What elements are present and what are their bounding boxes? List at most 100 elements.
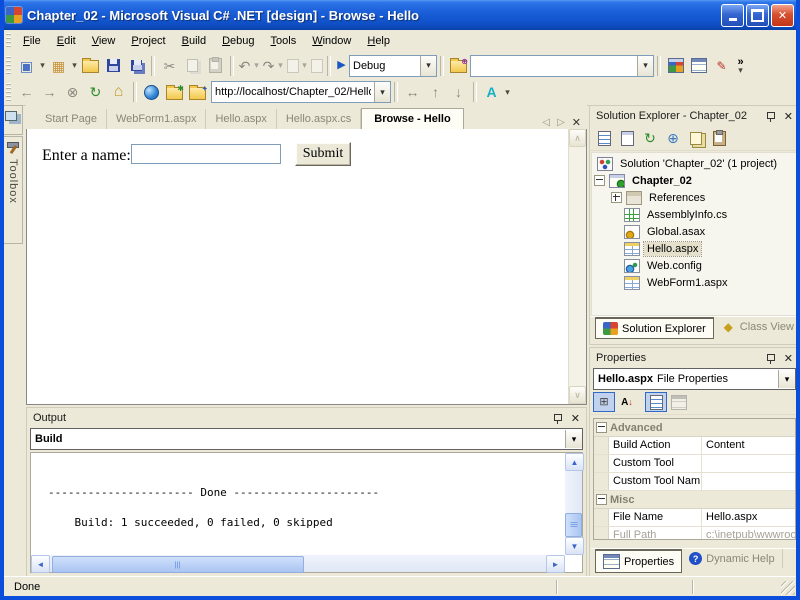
titlebar[interactable]: Chapter_02 - Microsoft Visual C# .NET [d… bbox=[0, 0, 800, 30]
move-down-button[interactable]: ↓ bbox=[447, 81, 470, 103]
tab-dynamic-help[interactable]: ?Dynamic Help bbox=[682, 549, 782, 568]
menu-build[interactable]: Build bbox=[174, 32, 214, 50]
category-collapse[interactable] bbox=[594, 494, 608, 505]
properties-window-button[interactable] bbox=[687, 55, 710, 77]
solution-configurations-combo[interactable]: ▾ bbox=[349, 55, 437, 77]
scroll-tabs-left-button[interactable]: ◁ bbox=[542, 117, 550, 128]
name-input[interactable] bbox=[131, 144, 281, 164]
tab-browse-hello[interactable]: Browse - Hello bbox=[361, 108, 463, 129]
web-back-button[interactable]: ← bbox=[15, 81, 38, 103]
undo-dropdown[interactable]: ▾ bbox=[252, 60, 261, 71]
property-value[interactable]: Hello.aspx bbox=[702, 509, 795, 526]
tree-item-assemblyinfo-cs[interactable]: AssemblyInfo.cs bbox=[592, 206, 797, 223]
config-dropdown-icon[interactable]: ▾ bbox=[420, 56, 436, 76]
property-row-custom-tool-nam[interactable]: Custom Tool Nam bbox=[594, 473, 795, 491]
close-icon[interactable]: ✕ bbox=[784, 352, 793, 365]
solution-explorer-button[interactable] bbox=[664, 55, 687, 77]
url-input[interactable] bbox=[212, 84, 374, 100]
cut-button[interactable]: ✂ bbox=[158, 55, 181, 77]
tree-item-chapter-02[interactable]: Chapter_02 bbox=[592, 172, 797, 189]
menu-tools[interactable]: Tools bbox=[263, 32, 305, 50]
paste-button[interactable] bbox=[204, 55, 227, 77]
properties-button[interactable] bbox=[708, 128, 730, 148]
find-input[interactable] bbox=[471, 58, 637, 74]
menu-window[interactable]: Window bbox=[304, 32, 359, 50]
menu-file[interactable]: File bbox=[15, 32, 49, 50]
toolbar-grip[interactable] bbox=[6, 56, 11, 75]
navigate-backward-button[interactable] bbox=[285, 55, 300, 77]
output-horizontal-scrollbar[interactable]: ◄ ► bbox=[31, 555, 565, 572]
scroll-track[interactable] bbox=[304, 555, 546, 572]
minimize-button[interactable] bbox=[721, 4, 744, 27]
font-size-dropdown[interactable]: ▾ bbox=[503, 87, 512, 98]
categorized-button[interactable]: ⊞ bbox=[593, 392, 615, 412]
close-document-button[interactable]: ✕ bbox=[572, 116, 581, 129]
web-forward-button[interactable]: → bbox=[38, 81, 61, 103]
toolbar-grip[interactable] bbox=[6, 33, 11, 48]
tree-item-webform1-aspx[interactable]: WebForm1.aspx bbox=[592, 274, 797, 291]
toolbar-grip[interactable] bbox=[6, 83, 11, 101]
web-search-button[interactable] bbox=[140, 81, 163, 103]
category-collapse[interactable] bbox=[594, 422, 608, 433]
property-value[interactable] bbox=[702, 473, 795, 490]
scroll-right-arrow-icon[interactable]: ► bbox=[546, 555, 565, 573]
scroll-tabs-right-button[interactable]: ▷ bbox=[557, 117, 565, 128]
property-category-advanced[interactable]: Advanced bbox=[594, 419, 795, 437]
server-explorer-tab[interactable] bbox=[4, 105, 23, 135]
save-all-button[interactable] bbox=[125, 55, 148, 77]
view-code-button[interactable] bbox=[593, 128, 615, 148]
font-size-button[interactable]: A bbox=[480, 81, 503, 103]
open-file-button[interactable] bbox=[79, 55, 102, 77]
property-row-full-path[interactable]: Full Pathc:\inetpub\wwwroot\C bbox=[594, 527, 795, 540]
property-category-misc[interactable]: Misc bbox=[594, 491, 795, 509]
new-project-button[interactable]: ▣ bbox=[15, 55, 38, 77]
property-value[interactable]: Content bbox=[702, 437, 795, 454]
new-project-dropdown[interactable]: ▾ bbox=[38, 60, 47, 71]
toolbox-tab[interactable]: Toolbox bbox=[4, 136, 23, 244]
property-value[interactable] bbox=[702, 455, 795, 472]
properties-titlebar[interactable]: Properties ✕ bbox=[590, 348, 799, 368]
copy-button[interactable] bbox=[181, 55, 204, 77]
toolbox-window-button[interactable]: ✎ bbox=[710, 55, 733, 77]
close-icon[interactable]: ✕ bbox=[571, 412, 580, 425]
menu-project[interactable]: Project bbox=[123, 32, 173, 50]
add-item-dropdown[interactable]: ▾ bbox=[70, 60, 79, 71]
redo-button[interactable]: ↷ bbox=[261, 55, 276, 77]
property-row-custom-tool[interactable]: Custom Tool bbox=[594, 455, 795, 473]
navigate-backward-dropdown[interactable]: ▾ bbox=[300, 60, 309, 71]
property-value[interactable]: c:\inetpub\wwwroot\C bbox=[702, 527, 795, 540]
tree-item-references[interactable]: References bbox=[592, 189, 797, 206]
scroll-left-arrow-icon[interactable]: ◄ bbox=[31, 555, 50, 573]
view-designer-button[interactable] bbox=[616, 128, 638, 148]
sync-contents-button[interactable]: ↔ bbox=[401, 81, 424, 103]
minus-expander-icon[interactable] bbox=[596, 494, 607, 505]
tab-solution-explorer[interactable]: Solution Explorer bbox=[595, 317, 714, 339]
scroll-down-arrow-icon[interactable]: ▼ bbox=[565, 537, 584, 555]
menu-view[interactable]: View bbox=[84, 32, 124, 50]
property-row-build-action[interactable]: Build ActionContent bbox=[594, 437, 795, 455]
favorites-button[interactable]: ✱ bbox=[163, 81, 186, 103]
menu-help[interactable]: Help bbox=[359, 32, 398, 50]
output-vertical-scrollbar[interactable]: ▲ ▼ bbox=[565, 453, 582, 555]
save-button[interactable] bbox=[102, 55, 125, 77]
vertical-scroll-thumb[interactable] bbox=[565, 513, 582, 537]
web-refresh-button[interactable]: ↻ bbox=[84, 81, 107, 103]
resize-grip[interactable] bbox=[781, 581, 795, 595]
pin-icon[interactable] bbox=[553, 413, 563, 424]
tab-hello-aspx[interactable]: Hello.aspx bbox=[206, 109, 276, 129]
output-text[interactable]: ---------------------- Done ------------… bbox=[31, 455, 565, 555]
tree-item-solution-chapter-02-1-project[interactable]: Solution 'Chapter_02' (1 project) bbox=[592, 155, 797, 172]
start-debug-button[interactable]: ▶ bbox=[334, 55, 349, 77]
tab-hello-aspx-cs[interactable]: Hello.aspx.cs bbox=[277, 109, 361, 129]
find-dropdown-icon[interactable]: ▾ bbox=[637, 56, 653, 76]
add-favorite-button[interactable]: + bbox=[186, 81, 209, 103]
tree-item-hello-aspx[interactable]: Hello.aspx bbox=[592, 240, 797, 257]
scroll-up-icon[interactable]: ∧ bbox=[569, 129, 586, 147]
output-pane-combo[interactable]: Build ▾ bbox=[30, 428, 583, 450]
url-combo[interactable]: ▾ bbox=[211, 81, 391, 103]
scroll-down-icon[interactable]: ∨ bbox=[569, 386, 586, 404]
solution-explorer-titlebar[interactable]: Solution Explorer - Chapter_02 ✕ bbox=[590, 106, 799, 126]
browser-vertical-scrollbar[interactable]: ∧ ∨ bbox=[568, 129, 586, 404]
object-selector-combo[interactable]: Hello.aspx File Properties ▾ bbox=[593, 368, 796, 390]
refresh-button[interactable]: ↻ bbox=[639, 128, 661, 148]
